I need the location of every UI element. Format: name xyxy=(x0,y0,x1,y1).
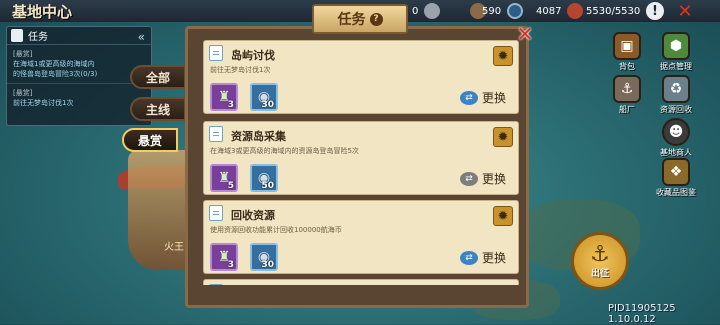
task-card: ✹ xyxy=(203,279,519,285)
menu-label: 船厂 xyxy=(619,105,635,114)
gear-icon[interactable]: ✹ xyxy=(493,127,513,147)
tab-bounty[interactable]: 悬赏 xyxy=(122,128,178,152)
clipboard-icon xyxy=(209,205,223,221)
help-icon[interactable]: ? xyxy=(369,12,383,26)
menu-collection[interactable]: ❖ 收藏品图鉴 xyxy=(656,158,696,198)
task-line: 的怪兽岛登岛冒险3次(0/3) xyxy=(13,70,98,78)
task-tag: [悬赏] xyxy=(13,89,33,97)
task-line: 前往无梦岛讨伐1次 xyxy=(13,99,74,107)
build-id: PID11905125 1.10.0.12 xyxy=(608,303,676,325)
clipboard-icon xyxy=(209,126,223,142)
swap-icon: ⇄ xyxy=(459,171,478,186)
reward-coin[interactable]: ◉ 30 xyxy=(250,243,278,271)
menu-base-management[interactable]: ⬢ 据点管理 xyxy=(656,32,696,72)
anchor-icon: ⚓ xyxy=(590,241,610,267)
gem-count: 0 xyxy=(412,5,419,17)
notice-button[interactable]: ! xyxy=(646,2,664,20)
reward-count: 30 xyxy=(261,100,274,110)
swap-button[interactable]: ⇄ 更换 xyxy=(459,89,506,106)
task-tag: [悬赏] xyxy=(13,50,33,58)
modal-title: 任务 ? xyxy=(312,4,408,34)
collection-icon: ❖ xyxy=(662,158,690,186)
reward-soldier[interactable]: ♜ 5 xyxy=(210,164,238,192)
clipboard-icon xyxy=(11,29,23,42)
page-title: 基地中心 xyxy=(12,3,73,21)
clipboard-icon xyxy=(209,284,223,285)
sidebar-title: 任务 xyxy=(28,32,48,43)
task-desc: 使用资源回收功能累计回收100000航海币 xyxy=(210,226,342,234)
task-list[interactable]: 岛屿讨伐 前往无梦岛讨伐1次 ✹ ♜ 3 ◉ 30 ⇄ 更换 资源岛采集 在海域… xyxy=(203,40,519,285)
menu-backpack[interactable]: ▣ 背包 xyxy=(607,32,647,72)
resource-gem: 0 xyxy=(412,3,443,19)
meat-icon xyxy=(567,3,583,19)
task-card: 回收资源 使用资源回收功能累计回收100000航海币 ✹ ♜ 3 ◉ 30 ⇄ … xyxy=(203,200,519,274)
reward-coin[interactable]: ◉ 30 xyxy=(250,83,278,111)
task-name: 资源岛采集 xyxy=(231,130,286,143)
merchant-icon: ☻ xyxy=(662,118,690,146)
reward-count: 50 xyxy=(261,181,274,191)
swap-label: 更换 xyxy=(481,251,506,265)
tab-main[interactable]: 主线 xyxy=(130,97,186,121)
menu-label: 收藏品图鉴 xyxy=(656,188,696,197)
menu-merchant[interactable]: ☻ 基地商人 xyxy=(656,118,696,158)
menu-recycle[interactable]: ♻ 资源回收 xyxy=(656,75,696,115)
gear-icon[interactable]: ✹ xyxy=(493,206,513,226)
task-name: 岛屿讨伐 xyxy=(231,49,275,62)
task-card: 资源岛采集 在海域3或更高级的海域内的资源岛登岛冒险5次 ✹ ♜ 5 ◉ 50 … xyxy=(203,121,519,195)
shipyard-icon: ⚓ xyxy=(613,75,641,103)
reward-count: 3 xyxy=(227,100,234,110)
menu-label: 资源回收 xyxy=(660,105,692,114)
swap-label: 更换 xyxy=(481,91,506,105)
reward-count: 5 xyxy=(227,181,234,191)
planet-count: 590 xyxy=(482,5,502,17)
resource-coin: 4087 xyxy=(507,3,561,19)
menu-label: 背包 xyxy=(619,62,635,71)
island-label: 火王 xyxy=(164,242,184,253)
gear-icon[interactable]: ✹ xyxy=(493,46,513,66)
menu-label: 基地商人 xyxy=(660,148,692,157)
reward-soldier[interactable]: ♜ 3 xyxy=(210,83,238,111)
task-name: 回收资源 xyxy=(231,209,275,222)
modal-title-text: 任务 xyxy=(337,12,366,28)
swap-icon: ⇄ xyxy=(459,90,478,105)
task-desc: 前往无梦岛讨伐1次 xyxy=(210,66,271,74)
map-pin-icon: ⬢ xyxy=(662,32,690,60)
swap-button[interactable]: ⇄ 更换 xyxy=(459,249,506,266)
collapse-icon[interactable]: « xyxy=(138,30,145,44)
menu-shipyard[interactable]: ⚓ 船厂 xyxy=(607,75,647,115)
reward-coin[interactable]: ◉ 50 xyxy=(250,164,278,192)
reward-soldier[interactable]: ♜ 3 xyxy=(210,243,238,271)
resource-planet-value: 590 xyxy=(480,3,501,19)
tab-all[interactable]: 全部 xyxy=(130,65,186,89)
sail-label: 出征 xyxy=(590,268,609,279)
coin-icon xyxy=(507,3,523,19)
clipboard-icon xyxy=(209,45,223,61)
meat-count: 5530/5530 xyxy=(586,5,641,17)
gem-icon xyxy=(424,3,441,19)
swap-button[interactable]: ⇄ 更换 xyxy=(459,170,506,187)
swap-label: 更换 xyxy=(481,172,506,186)
coin-count: 4087 xyxy=(536,5,562,17)
backpack-icon: ▣ xyxy=(613,32,641,60)
exit-button[interactable]: ✕ xyxy=(676,1,694,22)
task-line: 在海域1或更高级的海域内 xyxy=(13,60,95,68)
task-card: 岛屿讨伐 前往无梦岛讨伐1次 ✹ ♜ 3 ◉ 30 ⇄ 更换 xyxy=(203,40,519,114)
recycle-icon: ♻ xyxy=(662,75,690,103)
menu-label: 据点管理 xyxy=(660,62,692,71)
task-desc: 在海域3或更高级的海域内的资源岛登岛冒险5次 xyxy=(210,147,359,155)
sail-button[interactable]: ⚓ 出征 xyxy=(571,232,629,290)
sidebar-header: 任务 « xyxy=(7,27,151,45)
resource-meat: 5530/5530 xyxy=(567,3,640,19)
reward-count: 30 xyxy=(261,260,274,270)
swap-icon: ⇄ xyxy=(459,250,478,265)
reward-count: 3 xyxy=(227,260,234,270)
